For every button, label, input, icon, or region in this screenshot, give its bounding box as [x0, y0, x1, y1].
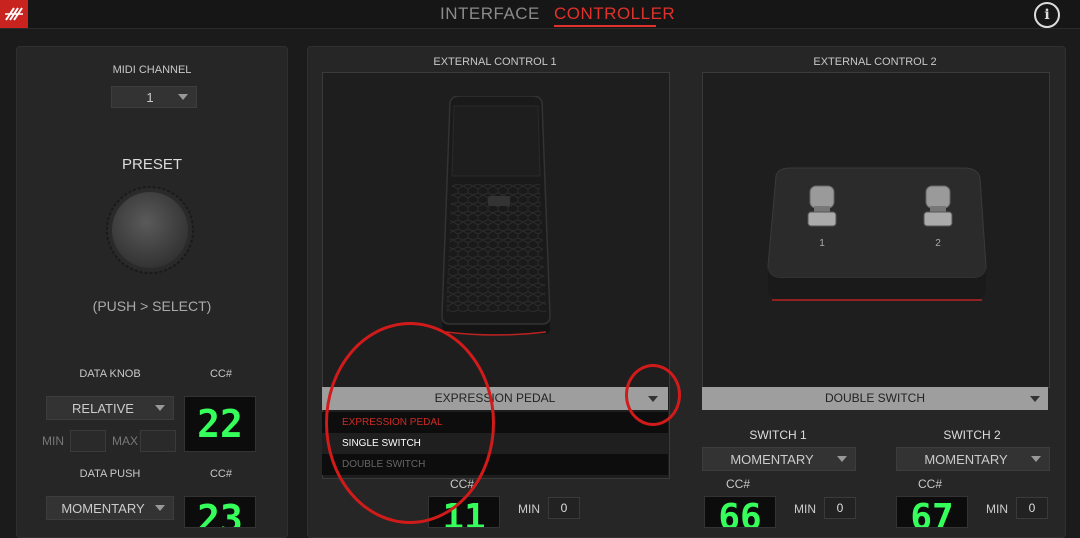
external-control-1-cc-display[interactable]: 11 [428, 496, 500, 528]
preset-label: PRESET [121, 156, 182, 173]
switch-2-mode-value: MOMENTARY [924, 451, 1008, 467]
external-control-2-type-select[interactable]: DOUBLE SWITCH [702, 387, 1048, 410]
data-knob-mode-value: RELATIVE [72, 400, 134, 416]
data-push-label: DATA PUSH [79, 468, 141, 480]
data-knob-cc-display[interactable]: 22 [184, 396, 256, 452]
cc-label: CC# [449, 477, 474, 491]
expression-pedal-icon [438, 95, 554, 338]
external-control-1-min-input[interactable]: 0 [548, 497, 580, 519]
data-push-mode-select[interactable]: MOMENTARY [46, 496, 174, 520]
chevron-down-icon [1031, 456, 1041, 462]
external-control-1-type-select[interactable]: EXPRESSION PEDAL [322, 387, 668, 410]
external-control-1-title: EXTERNAL CONTROL 1 [433, 56, 557, 68]
external-control-2-title: EXTERNAL CONTROL 2 [813, 56, 937, 68]
chevron-down-icon[interactable] [1030, 396, 1040, 402]
data-push-cc-display[interactable]: 23 [184, 496, 256, 528]
cc-label: CC# [917, 477, 942, 491]
left-panel [16, 46, 288, 538]
data-knob-label: DATA KNOB [79, 368, 141, 380]
switch-2-label: SWITCH 2 [943, 428, 1001, 442]
menu-item-double-switch[interactable]: DOUBLE SWITCH [322, 454, 668, 475]
min-input[interactable] [70, 430, 106, 452]
min-label: MIN [42, 434, 64, 448]
data-knob-mode-select[interactable]: RELATIVE [46, 396, 174, 420]
switch-1-mode-select[interactable]: MOMENTARY [702, 447, 856, 471]
cc-label: CC# [209, 368, 232, 380]
switch-1-cc-display[interactable]: 66 [704, 496, 776, 528]
chevron-down-icon [837, 456, 847, 462]
midi-channel-select[interactable]: 1 [111, 86, 197, 108]
chevron-down-icon [155, 405, 165, 411]
midi-channel-label: MIDI CHANNEL [112, 64, 192, 76]
cc-label: CC# [209, 468, 232, 480]
external-control-2-type-value: DOUBLE SWITCH [824, 391, 925, 405]
switch-1-label: SWITCH 1 [749, 428, 807, 442]
external-control-1-type-value: EXPRESSION PEDAL [434, 391, 556, 405]
footswitch-1-label: 1 [819, 238, 825, 249]
external-control-1-type-menu: EXPRESSION PEDAL SINGLE SWITCH DOUBLE SW… [322, 412, 668, 475]
chevron-down-icon[interactable] [648, 396, 658, 402]
footswitch-2-label: 2 [935, 238, 941, 249]
switch-2-mode-select[interactable]: MOMENTARY [896, 447, 1050, 471]
irig-logo-icon[interactable] [0, 0, 28, 28]
min-label: MIN [518, 502, 540, 516]
switch-2-cc-display[interactable]: 67 [896, 496, 968, 528]
tab-interface[interactable]: INTERFACE [440, 4, 540, 24]
data-push-mode-value: MOMENTARY [61, 500, 145, 516]
max-input[interactable] [140, 430, 176, 452]
midi-channel-value: 1 [146, 89, 154, 105]
info-icon[interactable]: i [1034, 2, 1060, 28]
active-tab-indicator [554, 25, 656, 27]
knob-icon [106, 186, 194, 274]
min-label: MIN [794, 502, 816, 516]
switch-1-min-input[interactable]: 0 [824, 497, 856, 519]
tab-controller[interactable]: CONTROLLER [554, 4, 675, 24]
max-label: MAX [112, 434, 139, 448]
min-label: MIN [986, 502, 1008, 516]
top-bar [0, 0, 1080, 29]
push-select-label: (PUSH > SELECT) [92, 298, 212, 314]
cc-label: CC# [725, 477, 750, 491]
chevron-down-icon [155, 505, 165, 511]
menu-item-single-switch[interactable]: SINGLE SWITCH [322, 433, 668, 454]
chevron-down-icon [178, 94, 188, 100]
double-footswitch-icon [766, 166, 988, 306]
switch-2-min-input[interactable]: 0 [1016, 497, 1048, 519]
preset-knob[interactable] [106, 186, 194, 274]
switch-1-mode-value: MOMENTARY [730, 451, 814, 467]
menu-item-expression-pedal[interactable]: EXPRESSION PEDAL [322, 412, 668, 433]
